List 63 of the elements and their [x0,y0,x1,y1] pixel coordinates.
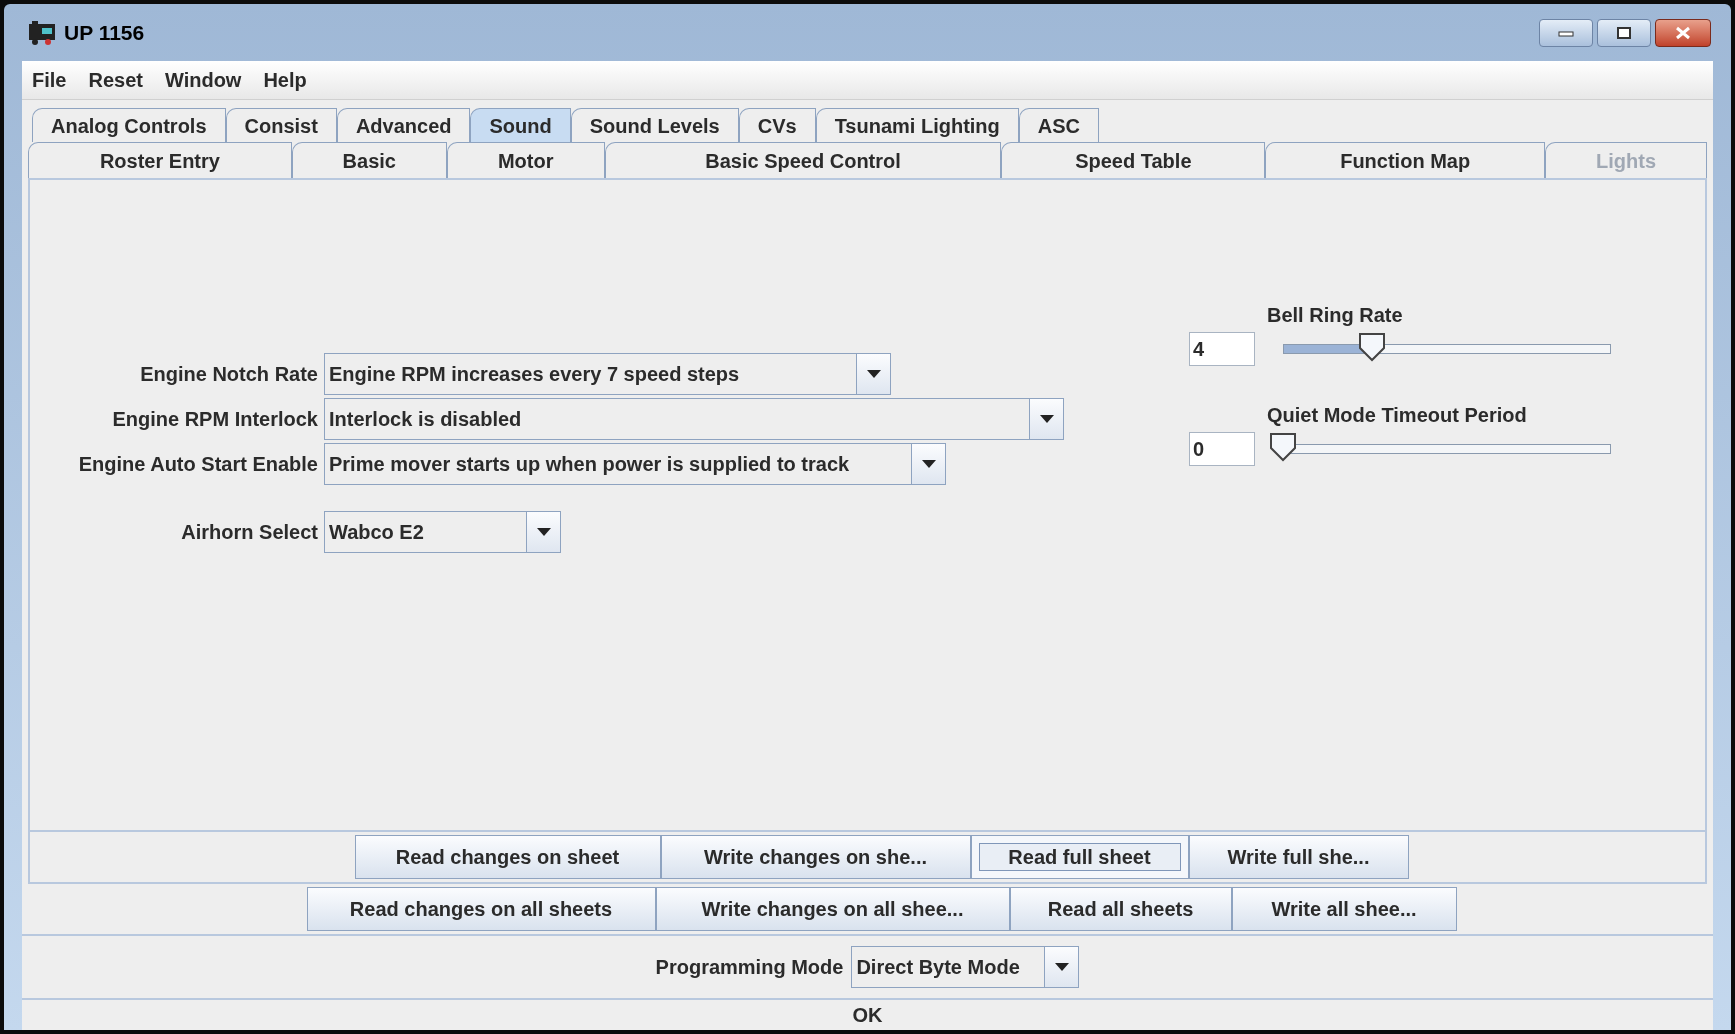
tab[interactable]: Basic [291,142,447,178]
value-field[interactable]: 0 [1189,432,1255,466]
slider-label: Bell Ring Rate [1267,303,1404,328]
setting-label: Engine Notch Rate [139,362,319,387]
close-button[interactable] [1655,18,1711,47]
maximize-icon [1616,25,1632,40]
dropdown-toggle[interactable] [911,444,945,484]
dropdown[interactable]: Interlock is disabled [324,398,1064,440]
maximize-button[interactable] [1597,18,1651,47]
tab[interactable]: Tsunami Lighting [815,108,1019,142]
dropdown-value: Prime mover starts up when power is supplied to track [328,452,851,477]
dropdown-value: Engine RPM increases every 7 speed steps [328,362,741,387]
value-field[interactable]: 4 [1189,332,1255,366]
dropdown-value: Interlock is disabled [328,407,523,432]
menu-item[interactable]: Reset [88,65,143,95]
tab[interactable]: Speed Table [1001,142,1266,178]
setting-label: Airhorn Select [180,520,319,545]
programming-mode-label: Programming Mode [655,955,844,980]
dropdown[interactable]: Prime mover starts up when power is supplied to track [324,443,946,485]
dropdown-arrow-icon [535,527,552,537]
action-button[interactable]: Write changes on all shee... [655,887,1010,931]
dropdown-value: Direct Byte Mode [855,955,1021,980]
tab[interactable]: Sound Levels [570,108,739,142]
action-button[interactable]: Read changes on all sheets [306,887,656,931]
dropdown[interactable]: Wabco E2 [324,511,561,553]
dropdown-toggle[interactable] [1044,947,1079,987]
slider-label: Quiet Mode Timeout Period [1267,403,1528,428]
tab[interactable]: Function Map [1265,142,1546,178]
close-icon [1674,25,1692,40]
dropdown-value: Wabco E2 [328,520,425,545]
dropdown-arrow-icon [1038,414,1055,424]
tab[interactable]: Basic Speed Control [604,142,1002,178]
tab[interactable]: Motor [446,142,605,178]
dropdown-toggle[interactable] [1029,399,1063,439]
dropdown[interactable]: Direct Byte Mode [851,946,1080,988]
minimize-icon [1558,28,1574,37]
dropdown-arrow-icon [920,459,937,469]
setting-label: Engine Auto Start Enable [77,452,319,477]
dropdown-toggle[interactable] [526,512,560,552]
tab[interactable]: Consist [225,108,337,142]
tab[interactable]: Advanced [336,108,471,142]
action-button[interactable]: Read full sheet [970,835,1189,879]
action-button[interactable]: Write changes on she... [660,835,971,879]
action-button[interactable]: Read all sheets [1009,887,1232,931]
tab[interactable]: ASC [1018,108,1100,142]
action-button[interactable]: Write full she... [1188,835,1409,879]
setting-label: Engine RPM Interlock [111,407,319,432]
dropdown-arrow-icon [1053,962,1070,972]
dropdown[interactable]: Engine RPM increases every 7 speed steps [324,353,891,395]
dropdown-arrow-icon [865,369,882,379]
action-button[interactable]: Write all shee... [1231,887,1457,931]
tab[interactable]: Roster Entry [28,142,292,178]
menu-item[interactable]: File [32,65,67,95]
window-title: UP 1156 [64,19,145,46]
tab[interactable]: Sound [470,108,571,142]
locomotive-icon [28,19,56,46]
tab[interactable]: Analog Controls [32,108,226,142]
action-button[interactable]: Read changes on sheet [354,835,661,879]
status-text: OK [852,1003,883,1028]
menu-item[interactable]: Help [263,65,307,95]
tab[interactable]: CVs [738,108,816,142]
menu-item[interactable]: Window [164,65,242,95]
dropdown-toggle[interactable] [856,354,890,394]
